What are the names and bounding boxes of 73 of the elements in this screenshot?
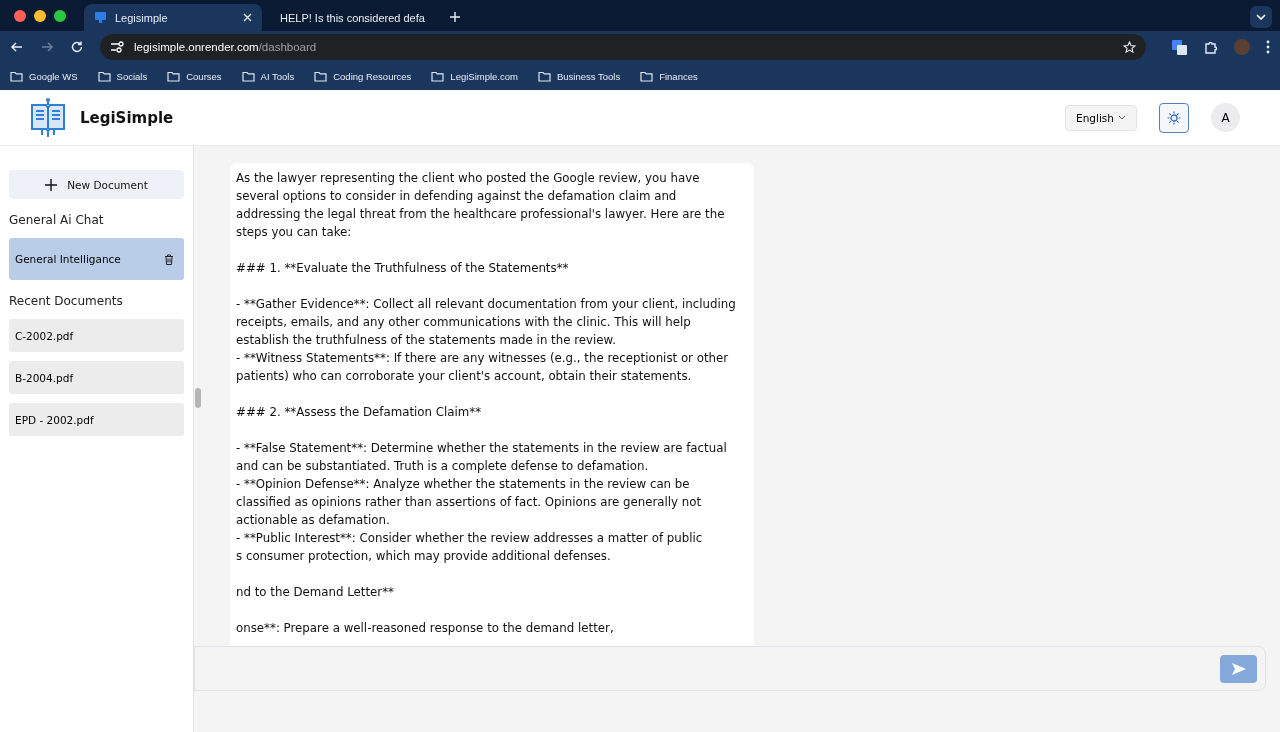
close-window-dot[interactable] <box>14 9 26 22</box>
folder-icon <box>314 71 328 82</box>
folder-icon <box>167 71 181 82</box>
site-settings-icon[interactable] <box>110 41 124 53</box>
message-text: establish the truthfulness of the statements made in the review. <box>236 332 617 349</box>
bookmark-folder[interactable]: LegiSimple.com <box>431 71 518 82</box>
chevron-down-icon <box>1118 115 1126 120</box>
folder-icon <box>10 71 23 82</box>
bookmark-folder[interactable]: Socials <box>97 71 148 82</box>
bookmark-folder[interactable]: Coding Resources <box>314 71 412 82</box>
section-heading: Recent Documents <box>9 294 124 308</box>
message-text: several options to consider in defending against the defamation claim and <box>236 188 678 205</box>
scrollbar-thumb[interactable] <box>195 388 201 408</box>
folder-icon <box>241 71 255 82</box>
message-text: onse**: Prepare a well-reasoned response to the demand letter, <box>236 620 615 637</box>
message-text: addressing the legal threat from the healthcare professional's lawyer. Here are the <box>236 206 726 223</box>
bookmark-folder[interactable]: Courses <box>167 71 222 82</box>
folder-icon <box>97 71 111 82</box>
message-text: patients) who can corroborate your client's account, obtain their statements. <box>236 368 693 385</box>
document-item[interactable]: EPD - 2002.pdf <box>9 403 184 436</box>
message-text: ### 2. **Assess the Defamation Claim** <box>236 404 483 421</box>
new-document-button[interactable]: New Document <box>9 170 184 199</box>
message-text: steps you can take: <box>236 224 353 241</box>
new-tab-icon[interactable] <box>450 12 460 22</box>
bookmark-folder[interactable]: Business Tools <box>537 71 621 82</box>
brand-name: LegiSimple <box>80 108 174 127</box>
forward-icon[interactable] <box>40 40 54 54</box>
message-text: - **Gather Evidence**: Collect all relevant documentation from your client, including <box>236 296 737 313</box>
trash-icon[interactable] <box>164 253 174 265</box>
message-text: - **False Statement**: Determine whether the statements in the review are factual <box>236 440 728 457</box>
theme-toggle-button[interactable] <box>1159 102 1189 133</box>
maximize-window-dot[interactable] <box>54 9 66 22</box>
message-text: ### 1. **Evaluate the Truthfulness of the Statements** <box>236 260 570 277</box>
reload-icon[interactable] <box>70 40 84 54</box>
message-text: receipts, emails, and any other communications with the clinic. This will help <box>236 314 692 331</box>
star-icon[interactable] <box>1123 40 1136 54</box>
message-text: As the lawyer representing the client who posted the Google review, you have <box>236 170 701 187</box>
address-bar[interactable]: legisimple.onrender.com/dashboard <box>100 34 1146 60</box>
send-icon <box>1231 662 1246 675</box>
folder-icon <box>640 71 654 82</box>
translate-icon[interactable] <box>1172 39 1187 55</box>
chat-item[interactable]: General Intelligance <box>9 238 184 280</box>
plus-icon <box>45 178 58 191</box>
message-text: - **Witness Statements**: If there are any witnesses (e.g., the receptionist or other <box>236 350 730 367</box>
menu-icon[interactable] <box>1266 40 1270 54</box>
back-icon[interactable] <box>10 40 24 54</box>
language-select[interactable]: English <box>1065 104 1137 131</box>
monitor-icon <box>94 11 107 24</box>
document-item[interactable]: C-2002.pdf <box>9 319 184 352</box>
minimize-window-dot[interactable] <box>34 9 46 22</box>
message-text: and can be substantiated. Truth is a complete defense to defamation. <box>236 458 650 475</box>
close-tab-icon[interactable] <box>243 13 252 22</box>
message-text: - **Opinion Defense**: Analyze whether the statements in the review can be <box>236 476 691 493</box>
message-text: actionable as defamation. <box>236 512 391 529</box>
sun-icon <box>1167 110 1181 125</box>
bookmark-folder[interactable]: Google WS <box>10 71 78 82</box>
book-circuit-logo-icon <box>28 96 68 139</box>
document-item[interactable]: B-2004.pdf <box>9 361 184 394</box>
puzzle-icon[interactable] <box>1203 39 1218 55</box>
browser-tab[interactable]: HELP! Is this considered defa <box>262 4 440 31</box>
user-avatar[interactable]: A <box>1211 103 1240 132</box>
message-text: classified as opinions rather than assertions of fact. Opinions are generally not <box>236 494 703 511</box>
bookmark-folder[interactable]: AI Tools <box>241 71 295 82</box>
folder-icon <box>537 71 551 82</box>
message-text: nd to the Demand Letter** <box>236 584 395 601</box>
message-text: - **Public Interest**: Consider whether the review addresses a matter of public <box>236 530 704 547</box>
message-input[interactable] <box>194 646 1266 691</box>
message-text: s consumer protection, which may provide additional defenses. <box>236 548 612 565</box>
folder-icon <box>431 71 445 82</box>
section-heading: General Ai Chat <box>9 213 105 227</box>
tab-list-icon[interactable] <box>1250 6 1272 28</box>
bookmark-folder[interactable]: Finances <box>640 71 698 82</box>
browser-tab[interactable]: Legisimple <box>84 4 262 31</box>
